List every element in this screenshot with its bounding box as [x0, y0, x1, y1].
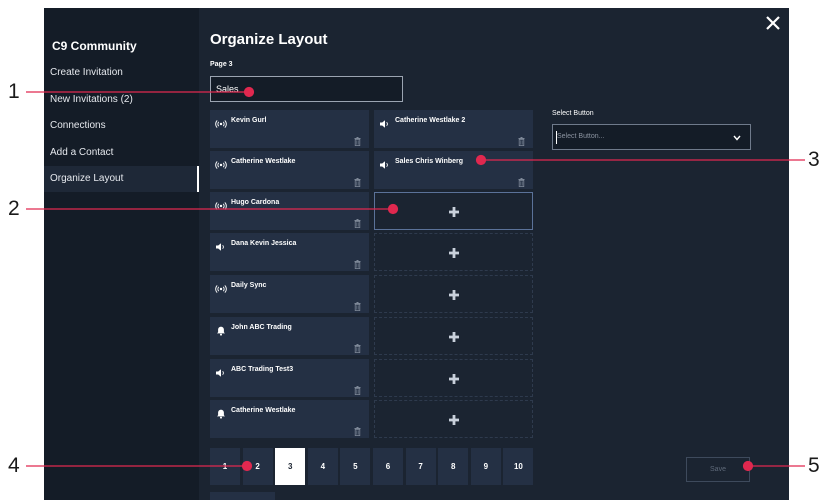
plus-icon [449, 207, 459, 217]
bell-icon [215, 406, 227, 419]
layout-button-label: Dana Kevin Jessica [231, 240, 297, 247]
select-button-label: Select Button [552, 110, 594, 117]
page-button[interactable]: 10 [503, 448, 534, 485]
trash-icon[interactable] [354, 215, 361, 228]
speaker-icon [379, 157, 391, 169]
speaker-icon [379, 116, 391, 128]
page-button[interactable]: 1 [210, 448, 240, 485]
layout-button-card[interactable]: Kevin Gurl [210, 110, 369, 148]
empty-slot[interactable] [374, 359, 533, 397]
save-button[interactable]: Save [686, 457, 750, 482]
page-button[interactable]: 3 [275, 448, 306, 485]
sidebar-item-organize-layout[interactable]: Organize Layout [44, 166, 199, 192]
select-button-placeholder: Select Button... [557, 133, 605, 140]
trash-icon[interactable] [354, 382, 361, 395]
empty-slot[interactable] [374, 233, 533, 271]
layout-button-label: Hugo Cardona [231, 199, 280, 206]
sidebar-item-connections[interactable]: Connections [44, 113, 199, 139]
page-number-label: Page 3 [210, 61, 233, 68]
page-button[interactable]: 5 [340, 448, 371, 485]
sidebar: C9 Community Create Invitation New Invit… [44, 8, 199, 500]
plus-icon [449, 415, 459, 425]
select-button-dropdown[interactable]: Select Button... [552, 124, 751, 150]
page-button[interactable]: 8 [438, 448, 469, 485]
layout-button-label: Catherine Westlake 2 [395, 117, 466, 124]
layout-button-label: ABC Trading Test3 [231, 366, 294, 373]
callout-number-2: 2 [8, 197, 20, 220]
trash-icon[interactable] [354, 133, 361, 146]
empty-slot[interactable] [374, 275, 533, 313]
callout-number-3: 3 [808, 148, 820, 171]
broadcast-icon [215, 198, 227, 210]
trash-icon[interactable] [354, 298, 361, 311]
trash-icon[interactable] [354, 174, 361, 187]
sidebar-item-new-invitations[interactable]: New Invitations (2) [44, 87, 199, 113]
broadcast-icon [215, 157, 227, 169]
speaker-icon [215, 365, 227, 377]
close-icon[interactable] [762, 12, 784, 34]
plus-icon [449, 332, 459, 342]
layout-button-label: Catherine Westlake [231, 407, 296, 414]
callout-number-5: 5 [808, 454, 820, 477]
layout-button-label: John ABC Trading [231, 324, 292, 331]
trash-icon[interactable] [518, 133, 525, 146]
callout-number-1: 1 [8, 80, 20, 103]
sidebar-item-create-invitation[interactable]: Create Invitation [44, 60, 199, 86]
organize-layout-window: C9 Community Create Invitation New Invit… [44, 8, 789, 500]
empty-slot[interactable] [374, 192, 533, 230]
layout-button-label: Sales Chris Winberg [395, 158, 464, 165]
app-title: C9 Community [52, 39, 137, 53]
empty-slot[interactable] [374, 400, 533, 438]
bell-icon [215, 323, 227, 336]
layout-button-card[interactable]: Hugo Cardona [210, 192, 369, 230]
page-button[interactable]: 9 [470, 448, 501, 485]
page-button[interactable]: 4 [307, 448, 338, 485]
callout-number-4: 4 [8, 454, 20, 477]
broadcast-icon [215, 281, 227, 293]
chevron-down-icon [733, 135, 741, 141]
page-button[interactable]: 6 [373, 448, 403, 485]
trash-icon[interactable] [354, 423, 361, 436]
speaker-icon [215, 239, 227, 251]
trash-icon[interactable] [518, 174, 525, 187]
broadcast-icon [215, 116, 227, 128]
layout-button-card[interactable]: Catherine Westlake 2 [374, 110, 533, 148]
layout-button-card[interactable]: John ABC Trading [210, 317, 369, 355]
trash-icon[interactable] [354, 256, 361, 269]
sidebar-item-add-contact[interactable]: Add a Contact [44, 140, 199, 166]
layout-button-label: Daily Sync [231, 282, 267, 289]
pagination-extra-button[interactable] [210, 492, 275, 500]
layout-button-card[interactable]: Catherine Westlake [210, 151, 369, 189]
trash-icon[interactable] [354, 340, 361, 353]
page-button[interactable]: 7 [405, 448, 436, 485]
layout-button-label: Kevin Gurl [231, 117, 267, 124]
layout-button-card[interactable]: Dana Kevin Jessica [210, 233, 369, 271]
plus-icon [449, 290, 459, 300]
page-title: Organize Layout [210, 31, 328, 48]
empty-slot[interactable] [374, 317, 533, 355]
layout-button-card[interactable]: ABC Trading Test3 [210, 359, 369, 397]
page-button[interactable]: 2 [242, 448, 273, 485]
plus-icon [449, 374, 459, 384]
layout-button-card[interactable]: Catherine Westlake [210, 400, 369, 438]
layout-button-card[interactable]: Sales Chris Winberg [374, 151, 533, 189]
layout-button-card[interactable]: Daily Sync [210, 275, 369, 313]
plus-icon [449, 248, 459, 258]
layout-button-label: Catherine Westlake [231, 158, 296, 165]
page-name-input[interactable] [210, 76, 403, 102]
